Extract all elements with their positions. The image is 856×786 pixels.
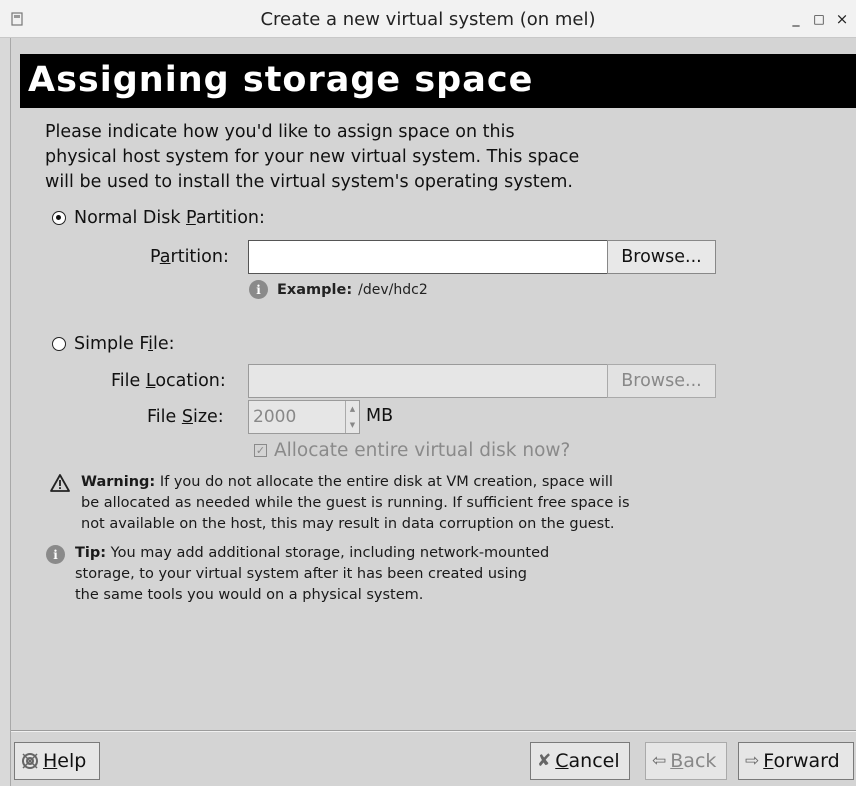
warning-label: Warning: <box>81 474 156 490</box>
close-button[interactable]: × <box>834 11 850 27</box>
tip-text: Tip: You may add additional storage, inc… <box>75 543 675 606</box>
partition-browse-button[interactable]: Browse... <box>607 240 716 274</box>
back-button[interactable]: ⇦ Back <box>645 742 727 780</box>
button-separator <box>11 730 856 732</box>
partition-input[interactable] <box>248 240 608 274</box>
spin-down-icon[interactable]: ▼ <box>350 421 355 429</box>
spin-arrows[interactable]: ▲ ▼ <box>345 401 359 433</box>
help-button[interactable]: Help <box>14 742 100 780</box>
help-label: Help <box>43 750 87 772</box>
window-title: Create a new virtual system (on mel) <box>260 9 596 30</box>
warning-line: If you do not allocate the entire disk a… <box>155 474 613 490</box>
example-label: Example: <box>277 281 353 298</box>
intro-text: Please indicate how you'd like to assign… <box>45 120 685 195</box>
spin-up-icon[interactable]: ▲ <box>350 405 355 413</box>
back-label: Back <box>670 750 717 772</box>
help-icon <box>22 753 38 769</box>
warning-line: be allocated as needed while the guest i… <box>81 495 630 511</box>
partition-example: i Example: /dev/hdc2 <box>249 280 428 299</box>
back-arrow-icon: ⇦ <box>652 751 667 771</box>
warning-text: Warning: If you do not allocate the enti… <box>81 472 721 535</box>
tip-line: You may add additional storage, includin… <box>106 545 550 561</box>
window-titlebar[interactable]: Create a new virtual system (on mel) _ □… <box>0 0 856 38</box>
cancel-icon: ✘ <box>537 751 552 771</box>
partition-radio-option[interactable]: Normal Disk Partition: <box>52 208 265 228</box>
page-title: Assigning storage space <box>28 60 534 100</box>
forward-label: Forward <box>763 750 840 772</box>
intro-line: will be used to install the virtual syst… <box>45 172 573 192</box>
tip-line: storage, to your virtual system after it… <box>75 566 528 582</box>
forward-arrow-icon: ⇨ <box>745 751 760 771</box>
tip-line: the same tools you would on a physical s… <box>75 587 424 603</box>
file-radio-option[interactable]: Simple File: <box>52 334 175 354</box>
file-size-label: File Size: <box>147 407 224 427</box>
file-radio-label: Simple File: <box>74 334 175 354</box>
file-size-value: 2000 <box>253 407 297 427</box>
warning-line: not available on the host, this may resu… <box>81 516 615 532</box>
warning-icon <box>50 474 70 492</box>
forward-button[interactable]: ⇨ Forward <box>738 742 854 780</box>
file-browse-button[interactable]: Browse... <box>607 364 716 398</box>
intro-line: physical host system for your new virtua… <box>45 147 580 167</box>
file-location-input[interactable] <box>248 364 608 398</box>
cancel-label: Cancel <box>555 750 620 772</box>
file-size-spinbox[interactable]: 2000 ▲ ▼ <box>248 400 360 434</box>
partition-field-label: Partition: <box>150 247 229 267</box>
partition-radio-label: Normal Disk Partition: <box>74 208 265 228</box>
file-location-label: File Location: <box>111 371 226 391</box>
info-icon: i <box>249 280 268 299</box>
tip-label: Tip: <box>75 545 107 561</box>
cancel-button[interactable]: ✘ Cancel <box>530 742 630 780</box>
file-radio[interactable] <box>52 337 66 351</box>
intro-line: Please indicate how you'd like to assign… <box>45 122 515 142</box>
partition-radio[interactable] <box>52 211 66 225</box>
minimize-button[interactable]: _ <box>788 11 804 27</box>
file-size-unit: MB <box>366 406 394 426</box>
allocate-label: Allocate entire virtual disk now? <box>274 440 571 461</box>
page-heading-banner: Assigning storage space <box>20 54 856 108</box>
tip-info-icon: i <box>46 545 65 564</box>
example-value: /dev/hdc2 <box>358 281 428 298</box>
allocate-checkbox-row[interactable]: ✓ Allocate entire virtual disk now? <box>254 440 570 461</box>
allocate-checkbox[interactable]: ✓ <box>254 444 267 457</box>
maximize-button[interactable]: □ <box>811 11 827 27</box>
